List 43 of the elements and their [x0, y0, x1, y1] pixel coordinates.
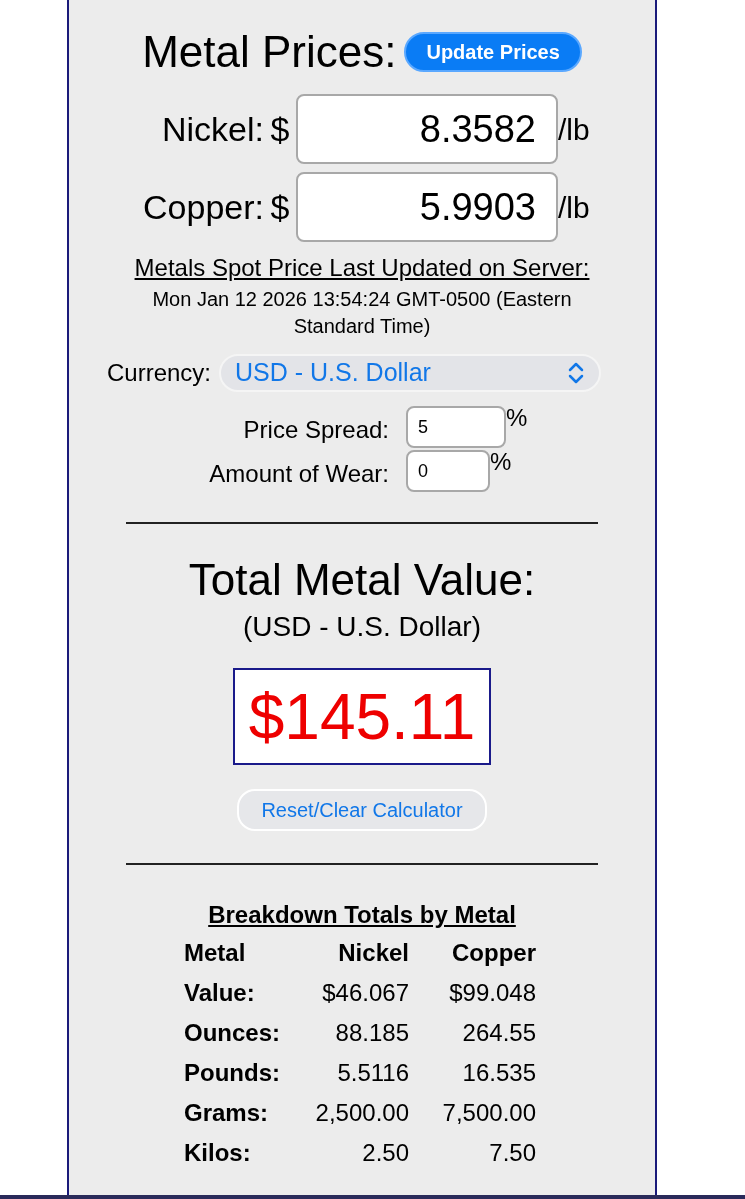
- chevron-icon: [567, 362, 586, 384]
- reset-button[interactable]: Reset/Clear Calculator: [237, 789, 487, 831]
- breakdown-title: Breakdown Totals by Metal: [208, 901, 516, 928]
- table-cell: 16.535: [462, 1059, 536, 1086]
- adjustment-label: Price Spread:: [242, 415, 389, 445]
- unit-label: /lb: [558, 189, 590, 226]
- row-label: Value:: [184, 979, 255, 1006]
- column-header: Nickel: [338, 939, 409, 966]
- table-cell: $46.067: [322, 979, 409, 1006]
- row-label: Pounds:: [184, 1059, 280, 1086]
- column-header: Copper: [452, 939, 536, 966]
- unit-label: /lb: [558, 111, 590, 148]
- adjustment-input[interactable]: 0: [406, 450, 490, 492]
- update-prices-button[interactable]: Update Prices: [404, 32, 582, 72]
- metal-label: Nickel:: [160, 108, 264, 150]
- table-cell: 2,500.00: [315, 1099, 409, 1126]
- last-updated-heading: Metals Spot Price Last Updated on Server:: [134, 254, 590, 281]
- table-cell: 264.55: [462, 1019, 536, 1046]
- table-cell: 7,500.00: [442, 1099, 536, 1126]
- percent-label: %: [506, 406, 528, 430]
- page-title: Metal Prices:: [142, 30, 397, 74]
- row-label: Kilos:: [184, 1139, 251, 1166]
- table-cell: $99.048: [449, 979, 536, 1006]
- total-title: Total Metal Value:: [188, 555, 536, 604]
- row-label: Grams:: [184, 1099, 269, 1126]
- total-value: $145.11: [233, 668, 491, 765]
- metal-label: Copper:: [142, 186, 264, 228]
- price-input[interactable]: 5.9903: [296, 172, 558, 242]
- currency-symbol: $: [269, 108, 291, 150]
- timestamp-text: Mon Jan 12 2026 13:54:24 GMT-0500 (Eastern Standard Time): [151, 287, 573, 339]
- table-cell: 5.5116: [337, 1059, 409, 1086]
- table-cell: 88.185: [335, 1019, 409, 1046]
- adjustment-label: Amount of Wear:: [208, 459, 389, 489]
- price-input[interactable]: 8.3582: [296, 94, 558, 164]
- table-cell: 7.50: [489, 1139, 536, 1166]
- currency-label: Currency:: [107, 358, 212, 388]
- percent-label: %: [490, 450, 512, 474]
- row-label: Ounces:: [184, 1019, 281, 1046]
- adjustment-input[interactable]: 5: [406, 406, 506, 448]
- total-currency: (USD - U.S. Dollar): [243, 611, 481, 642]
- currency-symbol: $: [269, 186, 291, 228]
- column-header: Metal: [184, 939, 246, 966]
- table-cell: 2.50: [362, 1139, 409, 1166]
